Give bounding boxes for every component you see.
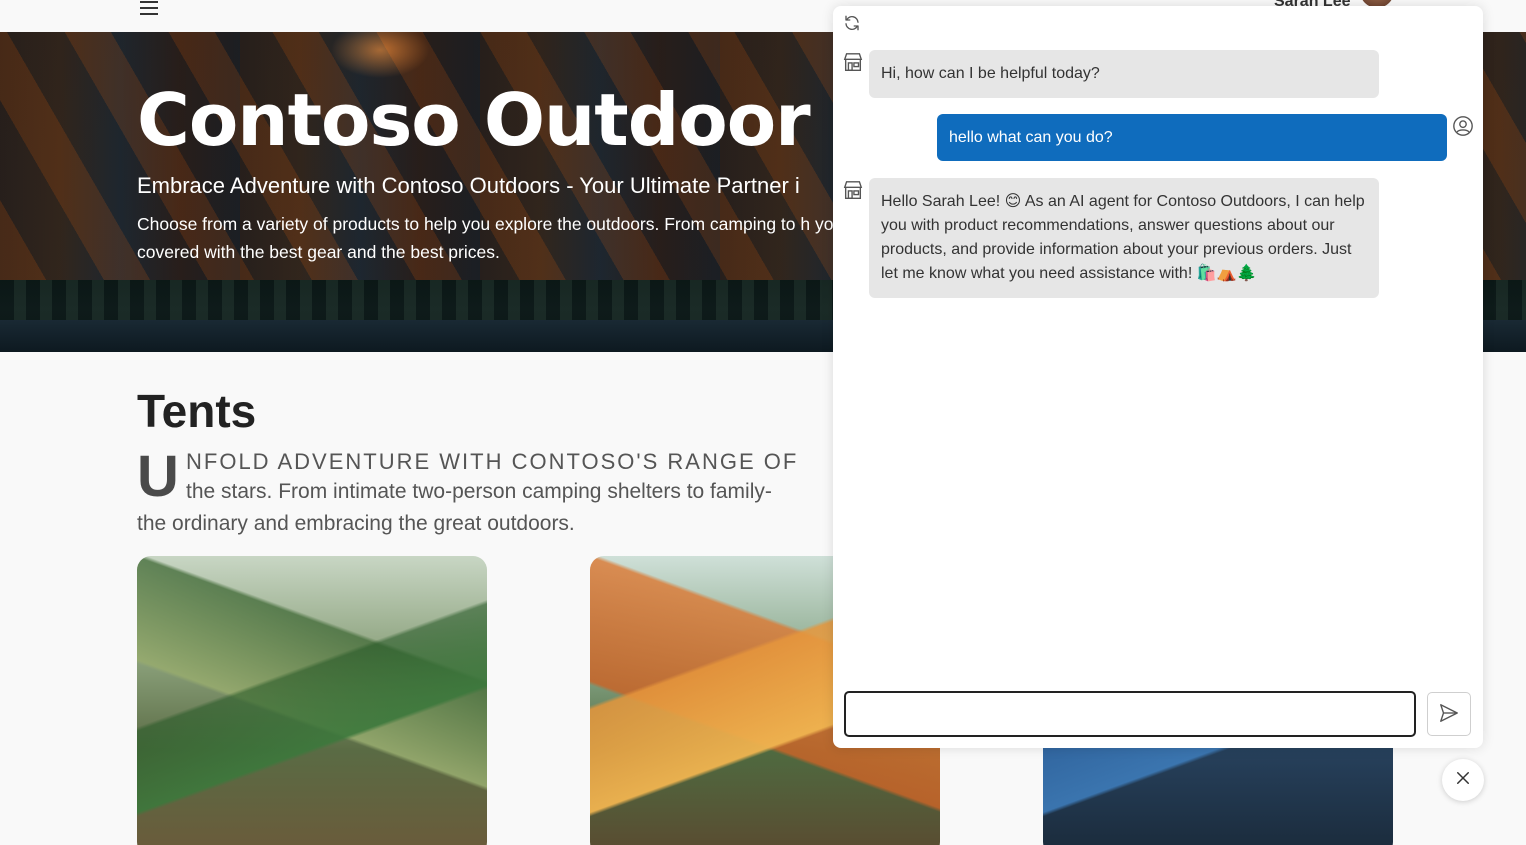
user-circle-icon	[1452, 115, 1474, 137]
hero-subtitle: Embrace Adventure with Contoso Outdoors …	[137, 173, 800, 198]
hamburger-menu-icon[interactable]	[140, 0, 158, 16]
store-bot-icon	[842, 179, 864, 201]
section-body-line: the ordinary and embracing the great out…	[137, 512, 575, 535]
refresh-icon[interactable]	[843, 14, 861, 32]
close-icon	[1454, 769, 1472, 792]
close-chat-button[interactable]	[1442, 759, 1484, 801]
chat-message-user: hello what can you do?	[937, 114, 1447, 161]
hero-title: Contoso Outdoor Co	[137, 78, 935, 162]
product-card-green-tent[interactable]	[137, 556, 487, 845]
section-lead: NFOLD ADVENTURE WITH CONTOSO'S RANGE OF	[186, 449, 799, 474]
section-title: Tents	[137, 385, 257, 437]
hero-description: Choose from a variety of products to hel…	[137, 214, 844, 262]
send-button[interactable]	[1427, 692, 1471, 736]
section-body-line: the stars. From intimate two-person camp…	[186, 480, 772, 503]
store-bot-icon	[842, 51, 864, 73]
chat-message-bot: Hi, how can I be helpful today?	[869, 50, 1379, 98]
section-dropcap: U	[137, 444, 179, 509]
chat-input[interactable]	[844, 691, 1416, 737]
send-icon	[1438, 702, 1460, 727]
chat-message-bot: Hello Sarah Lee! 😊 As an AI agent for Co…	[869, 178, 1379, 298]
